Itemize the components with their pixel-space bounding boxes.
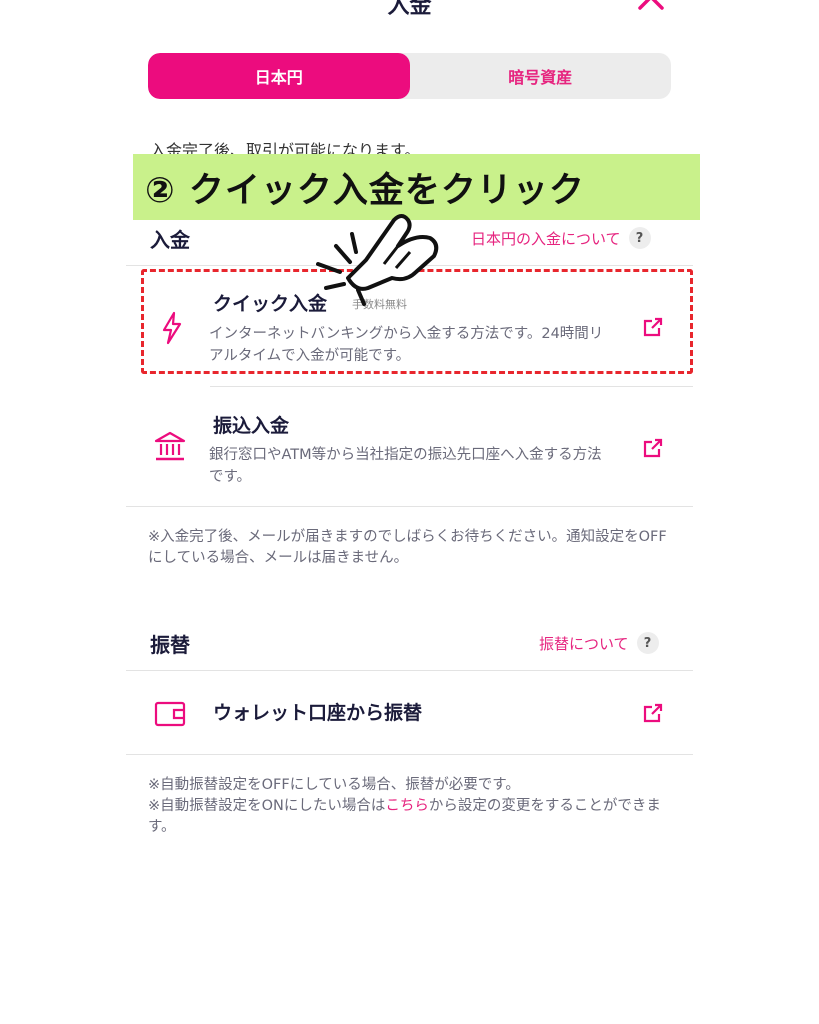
divider [210, 386, 693, 387]
tutorial-banner-text: ② クイック入金をクリック [145, 170, 585, 211]
bank-icon [153, 430, 187, 464]
note-text: ※自動振替設定をONにしたい場合は [148, 798, 386, 814]
transfer-help-link[interactable]: 振替について ? [539, 632, 659, 654]
pointing-hand-icon [306, 206, 446, 316]
bank-transfer-title[interactable]: 振込入金 [213, 411, 289, 438]
tab-crypto[interactable]: 暗号資産 [410, 53, 672, 99]
external-link-icon[interactable] [642, 702, 664, 724]
transfer-section-title: 振替 [150, 633, 190, 657]
bank-transfer-description: 銀行窓口やATM等から当社指定の振込先口座へ入金する方法です。 [209, 447, 602, 485]
deposit-mail-note: ※入金完了後、メールが届きますのでしばらくお待ちください。通知設定をOFFにして… [148, 529, 667, 566]
settings-link[interactable]: こちら [385, 798, 429, 814]
help-icon: ? [636, 632, 659, 654]
divider [126, 754, 693, 755]
transfer-help-label: 振替について [539, 634, 629, 653]
help-icon: ? [628, 227, 651, 249]
deposit-section-title: 入金 [150, 228, 190, 252]
auto-transfer-on-note: ※自動振替設定をONにしたい場合はこちらから設定の変更をすることができます。 [148, 796, 673, 838]
auto-transfer-notes: ※自動振替設定をOFFにしている場合、振替が必要です。 ※自動振替設定をONにし… [148, 775, 673, 838]
divider [126, 506, 693, 507]
jpy-deposit-help-link[interactable]: 日本円の入金について ? [471, 227, 651, 249]
auto-transfer-off-note: ※自動振替設定をOFFにしている場合、振替が必要です。 [148, 777, 520, 793]
divider [126, 670, 693, 671]
wallet-icon [154, 700, 188, 728]
tab-jpy[interactable]: 日本円 [148, 53, 410, 99]
close-icon[interactable] [634, 0, 670, 16]
wallet-transfer-title[interactable]: ウォレット口座から振替 [213, 698, 422, 725]
page-title: 入金 [387, 0, 432, 19]
currency-tabs: 日本円 暗号資産 [148, 53, 671, 99]
jpy-deposit-help-label: 日本円の入金について [471, 229, 621, 248]
external-link-icon[interactable] [642, 437, 664, 459]
